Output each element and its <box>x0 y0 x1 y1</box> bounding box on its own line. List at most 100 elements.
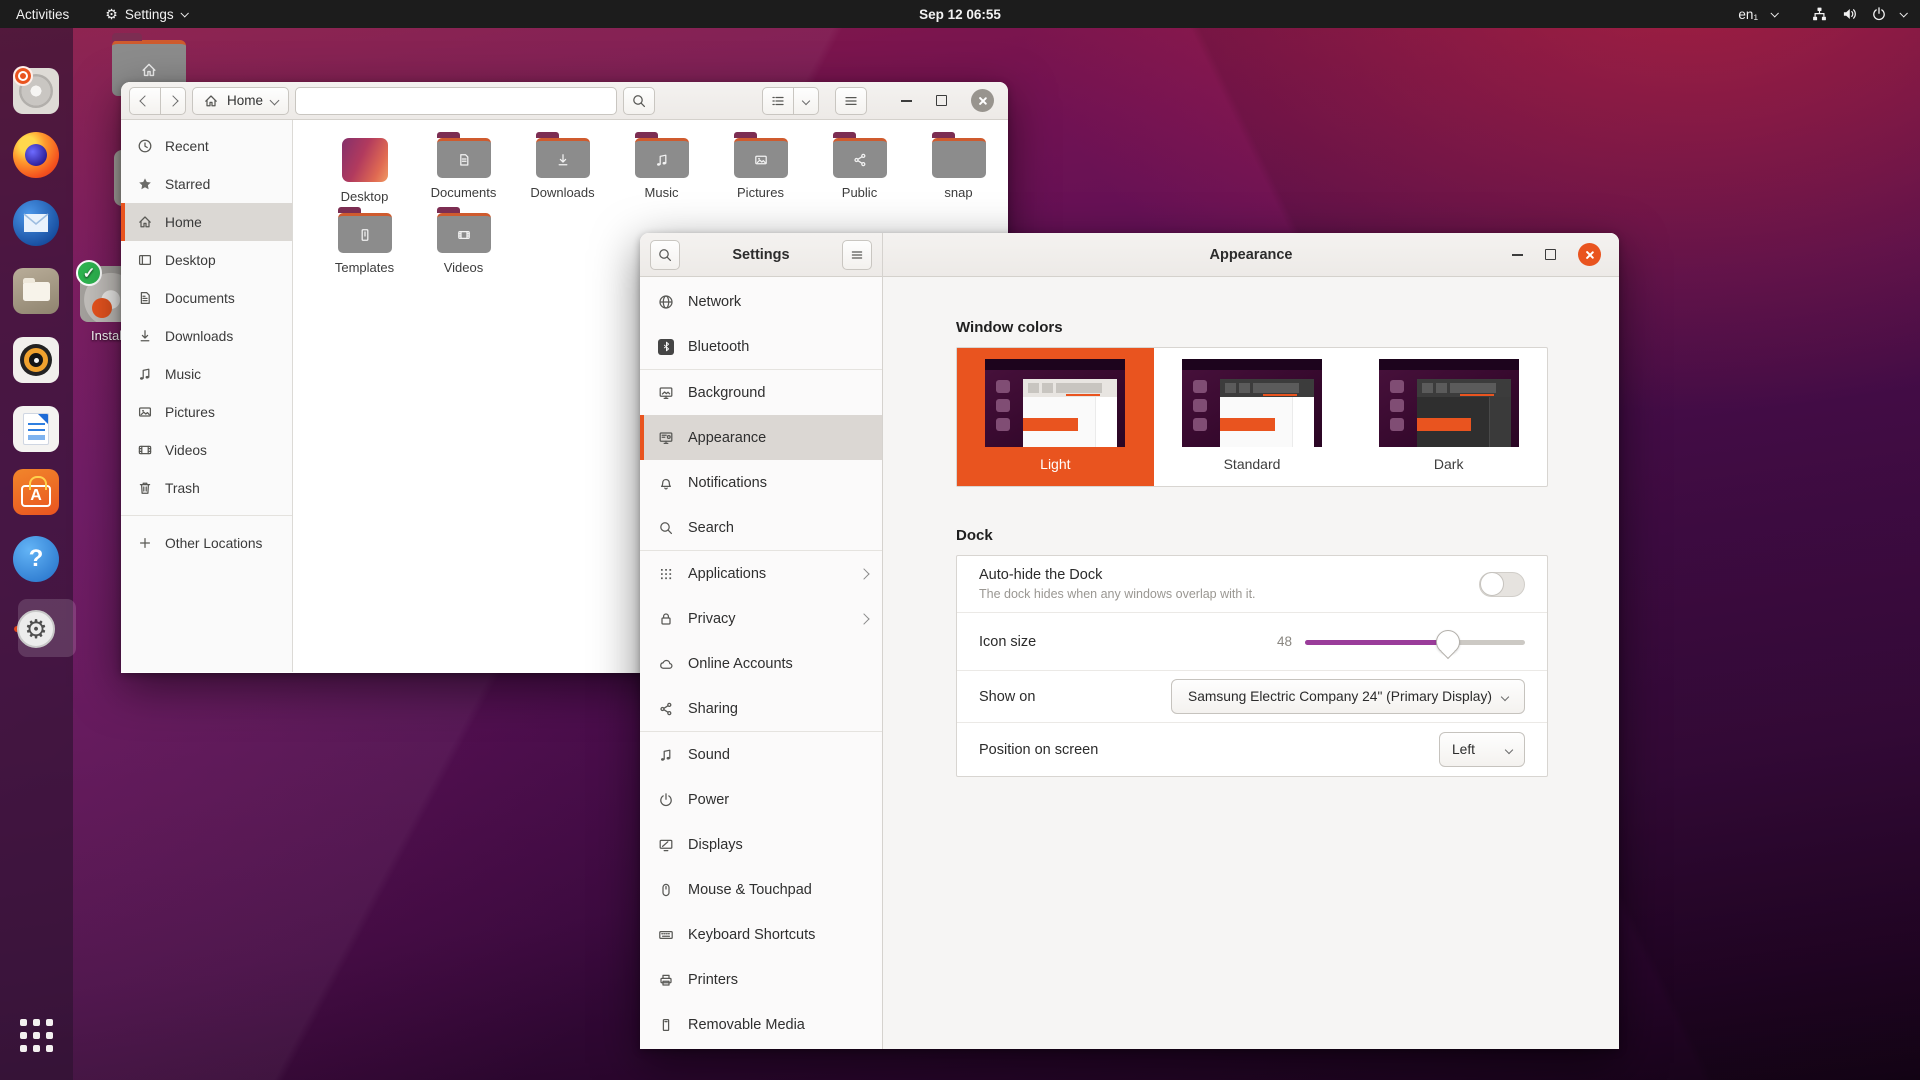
nav-item-online-accounts[interactable]: Online Accounts <box>640 641 882 686</box>
minimize-button[interactable] <box>901 100 912 102</box>
theme-option-dark[interactable]: Dark <box>1350 348 1547 486</box>
close-button[interactable] <box>971 89 994 112</box>
nav-item-notifications[interactable]: Notifications <box>640 460 882 505</box>
folder-templates[interactable]: Templates <box>315 211 414 286</box>
sidebar-item-starred[interactable]: Starred <box>121 165 292 203</box>
chevron-down-icon <box>1899 9 1907 17</box>
sidebar-item-desktop[interactable]: Desktop <box>121 241 292 279</box>
folder-icon <box>734 138 788 178</box>
files-headerbar: Home <box>121 82 1008 120</box>
nav-item-power[interactable]: Power <box>640 777 882 822</box>
dock-item-show-applications[interactable] <box>11 1010 61 1060</box>
keyboard-layout-indicator[interactable]: en₁ <box>1738 7 1758 22</box>
monitor-picture-icon <box>658 385 674 401</box>
close-icon <box>978 96 988 106</box>
sidebar-item-videos[interactable]: Videos <box>121 431 292 469</box>
sidebar-item-recent[interactable]: Recent <box>121 127 292 165</box>
sidebar-item-trash[interactable]: Trash <box>121 469 292 507</box>
theme-option-standard[interactable]: Standard <box>1154 348 1351 486</box>
location-button[interactable]: Home <box>192 87 289 115</box>
ubuntu-badge-icon <box>92 298 112 318</box>
show-applications-icon <box>20 1019 53 1052</box>
nav-item-keyboard-shortcuts[interactable]: Keyboard Shortcuts <box>640 912 882 957</box>
folder-music[interactable]: Music <box>612 136 711 211</box>
dock-item-thunderbird[interactable] <box>11 198 61 248</box>
settings-search-button[interactable] <box>650 240 680 270</box>
cloud-icon <box>658 656 674 672</box>
nav-item-removable-media[interactable]: Removable Media <box>640 1002 882 1047</box>
nav-item-appearance[interactable]: Appearance <box>640 415 882 460</box>
nav-item-printers[interactable]: Printers <box>640 957 882 1002</box>
position-dropdown[interactable]: Left <box>1439 732 1525 767</box>
folder-public[interactable]: Public <box>810 136 909 211</box>
bluetooth-icon <box>658 339 674 355</box>
dock-item-help[interactable]: ? <box>11 534 61 584</box>
files-icon <box>13 268 59 314</box>
dock-item-ubuntu-software[interactable]: A <box>11 467 61 517</box>
template-icon <box>357 227 373 243</box>
folder-documents[interactable]: Documents <box>414 136 513 211</box>
nav-item-displays[interactable]: Displays <box>640 822 882 867</box>
nav-item-search[interactable]: Search <box>640 505 882 550</box>
settings-menu-button[interactable] <box>842 240 872 270</box>
dock-item-firefox[interactable] <box>11 130 61 180</box>
nav-item-sharing[interactable]: Sharing <box>640 686 882 731</box>
sidebar-label: Downloads <box>165 329 233 344</box>
slider-handle[interactable] <box>1436 630 1460 654</box>
search-button[interactable] <box>623 87 655 115</box>
view-options-button[interactable] <box>793 87 819 115</box>
sidebar-item-music[interactable]: Music <box>121 355 292 393</box>
folder-snap[interactable]: snap <box>909 136 1008 211</box>
autohide-title: Auto-hide the Dock <box>979 567 1256 583</box>
nav-item-sound[interactable]: Sound <box>640 732 882 777</box>
panel-title: Appearance <box>883 247 1619 263</box>
forward-button[interactable] <box>160 87 186 115</box>
autohide-row: Auto-hide the Dock The dock hides when a… <box>957 556 1547 612</box>
system-tray[interactable]: en₁ <box>1738 6 1920 22</box>
sidebar-separator <box>121 515 292 516</box>
dock: A ? ⚙ <box>0 28 73 1080</box>
sidebar-item-other-locations[interactable]: Other Locations <box>121 524 292 562</box>
dock-item-libreoffice-writer[interactable] <box>11 404 61 454</box>
nav-item-network[interactable]: Network <box>640 279 882 324</box>
dock-item-rhythmbox[interactable] <box>11 335 61 385</box>
dock-item-settings[interactable]: ⚙ <box>11 604 61 654</box>
menu-button[interactable] <box>835 87 867 115</box>
dock-item-ubuntu-installer[interactable] <box>11 66 61 116</box>
folder-videos[interactable]: Videos <box>414 211 513 286</box>
nav-item-bluetooth[interactable]: Bluetooth <box>640 324 882 369</box>
maximize-button[interactable] <box>936 95 947 106</box>
folder-pictures[interactable]: Pictures <box>711 136 810 211</box>
plus-icon <box>137 535 153 551</box>
back-button[interactable] <box>129 87 161 115</box>
sidebar-item-downloads[interactable]: Downloads <box>121 317 292 355</box>
dock-item-files[interactable] <box>11 266 61 316</box>
sidebar-item-pictures[interactable]: Pictures <box>121 393 292 431</box>
keyboard-icon <box>658 927 674 943</box>
nav-item-background[interactable]: Background <box>640 370 882 415</box>
nav-item-privacy[interactable]: Privacy <box>640 596 882 641</box>
sidebar-label: Pictures <box>165 405 215 420</box>
list-view-button[interactable] <box>762 87 794 115</box>
folder-desktop[interactable]: Desktop <box>315 136 414 211</box>
hamburger-icon <box>843 93 859 109</box>
autohide-toggle[interactable] <box>1479 572 1525 597</box>
clock[interactable]: Sep 12 06:55 <box>0 7 1920 22</box>
theme-option-light[interactable]: Light <box>957 348 1154 486</box>
sidebar-item-home[interactable]: Home <box>121 203 292 241</box>
show-on-dropdown[interactable]: Samsung Electric Company 24" (Primary Di… <box>1171 679 1525 714</box>
search-icon <box>657 247 673 263</box>
share-icon <box>852 152 868 168</box>
nav-item-mouse-touchpad[interactable]: Mouse & Touchpad <box>640 867 882 912</box>
home-icon <box>203 93 219 109</box>
close-icon <box>1585 250 1595 260</box>
star-icon <box>137 176 153 192</box>
icon-size-slider[interactable] <box>1305 629 1525 655</box>
panel-headerbar: Appearance <box>883 233 1619 277</box>
folder-downloads[interactable]: Downloads <box>513 136 612 211</box>
sidebar-item-documents[interactable]: Documents <box>121 279 292 317</box>
libreoffice-writer-icon <box>13 406 59 452</box>
path-entry[interactable] <box>295 87 617 115</box>
nav-item-applications[interactable]: Applications <box>640 551 882 596</box>
bell-icon <box>658 475 674 491</box>
